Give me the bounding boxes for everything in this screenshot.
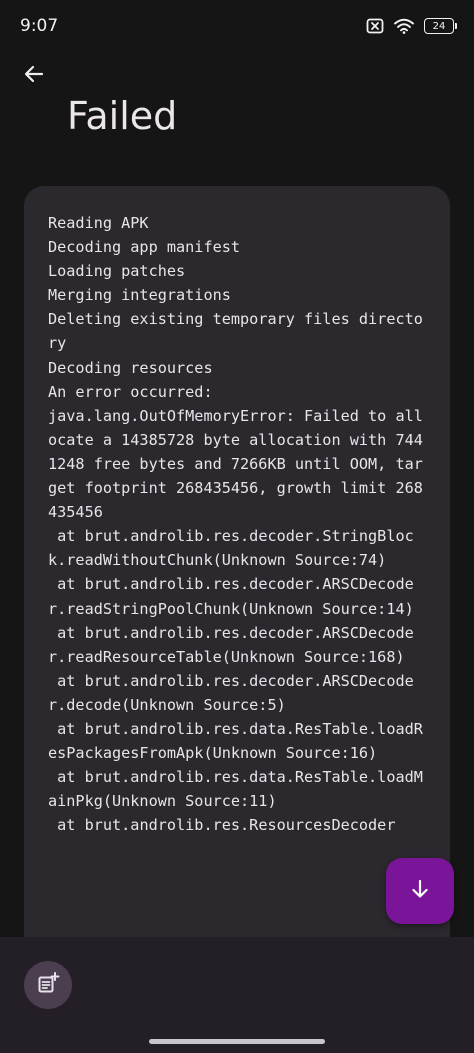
note-add-icon bbox=[36, 971, 60, 999]
battery-icon: 24 bbox=[424, 18, 457, 34]
arrow-back-icon bbox=[22, 62, 46, 90]
back-button[interactable] bbox=[14, 56, 54, 96]
log-line: at brut.androlib.res.decoder.ARSCDecoder… bbox=[48, 671, 414, 714]
log-line: Deleting existing temporary files direct… bbox=[48, 310, 423, 353]
log-line: at brut.androlib.res.ResourcesDecoder bbox=[48, 816, 396, 835]
log-line: An error occurred: bbox=[48, 382, 213, 401]
export-log-button[interactable] bbox=[24, 961, 72, 1009]
bottom-app-bar bbox=[0, 937, 474, 1053]
arrow-downward-icon bbox=[408, 877, 432, 905]
log-output: Reading APK Decoding app manifest Loading … bbox=[48, 211, 430, 837]
log-line: Loading patches bbox=[48, 262, 186, 281]
log-line: Reading APK bbox=[48, 214, 149, 232]
log-line: java.lang.OutOfMemoryError: Failed to al… bbox=[48, 406, 423, 522]
log-line: Merging integrations bbox=[48, 286, 231, 305]
status-time: 9:07 bbox=[20, 16, 59, 36]
battery-level: 24 bbox=[432, 20, 446, 32]
log-line: at brut.androlib.res.data.ResTable.loadR… bbox=[48, 719, 423, 763]
scroll-to-bottom-button[interactable] bbox=[386, 858, 454, 924]
log-line: at brut.androlib.res.decoder.ARSCDecoder… bbox=[48, 623, 414, 666]
log-line: at brut.androlib.res.decoder.ARSCDecoder… bbox=[48, 575, 414, 618]
log-line: at brut.androlib.res.decoder.StringBlock… bbox=[48, 527, 414, 570]
log-card[interactable]: Reading APK Decoding app manifest Loading … bbox=[24, 186, 450, 966]
status-icons: 24 bbox=[366, 18, 457, 34]
gesture-handle[interactable] bbox=[149, 1039, 325, 1044]
wifi-icon bbox=[394, 18, 414, 34]
log-line: at brut.androlib.res.data.ResTable.loadM… bbox=[48, 768, 423, 811]
sim-off-icon bbox=[366, 18, 384, 34]
page-title: Failed bbox=[67, 94, 178, 138]
log-line: Decoding app manifest bbox=[48, 238, 241, 257]
log-line: Decoding resources bbox=[48, 358, 213, 377]
status-bar: 9:07 24 bbox=[0, 0, 474, 52]
